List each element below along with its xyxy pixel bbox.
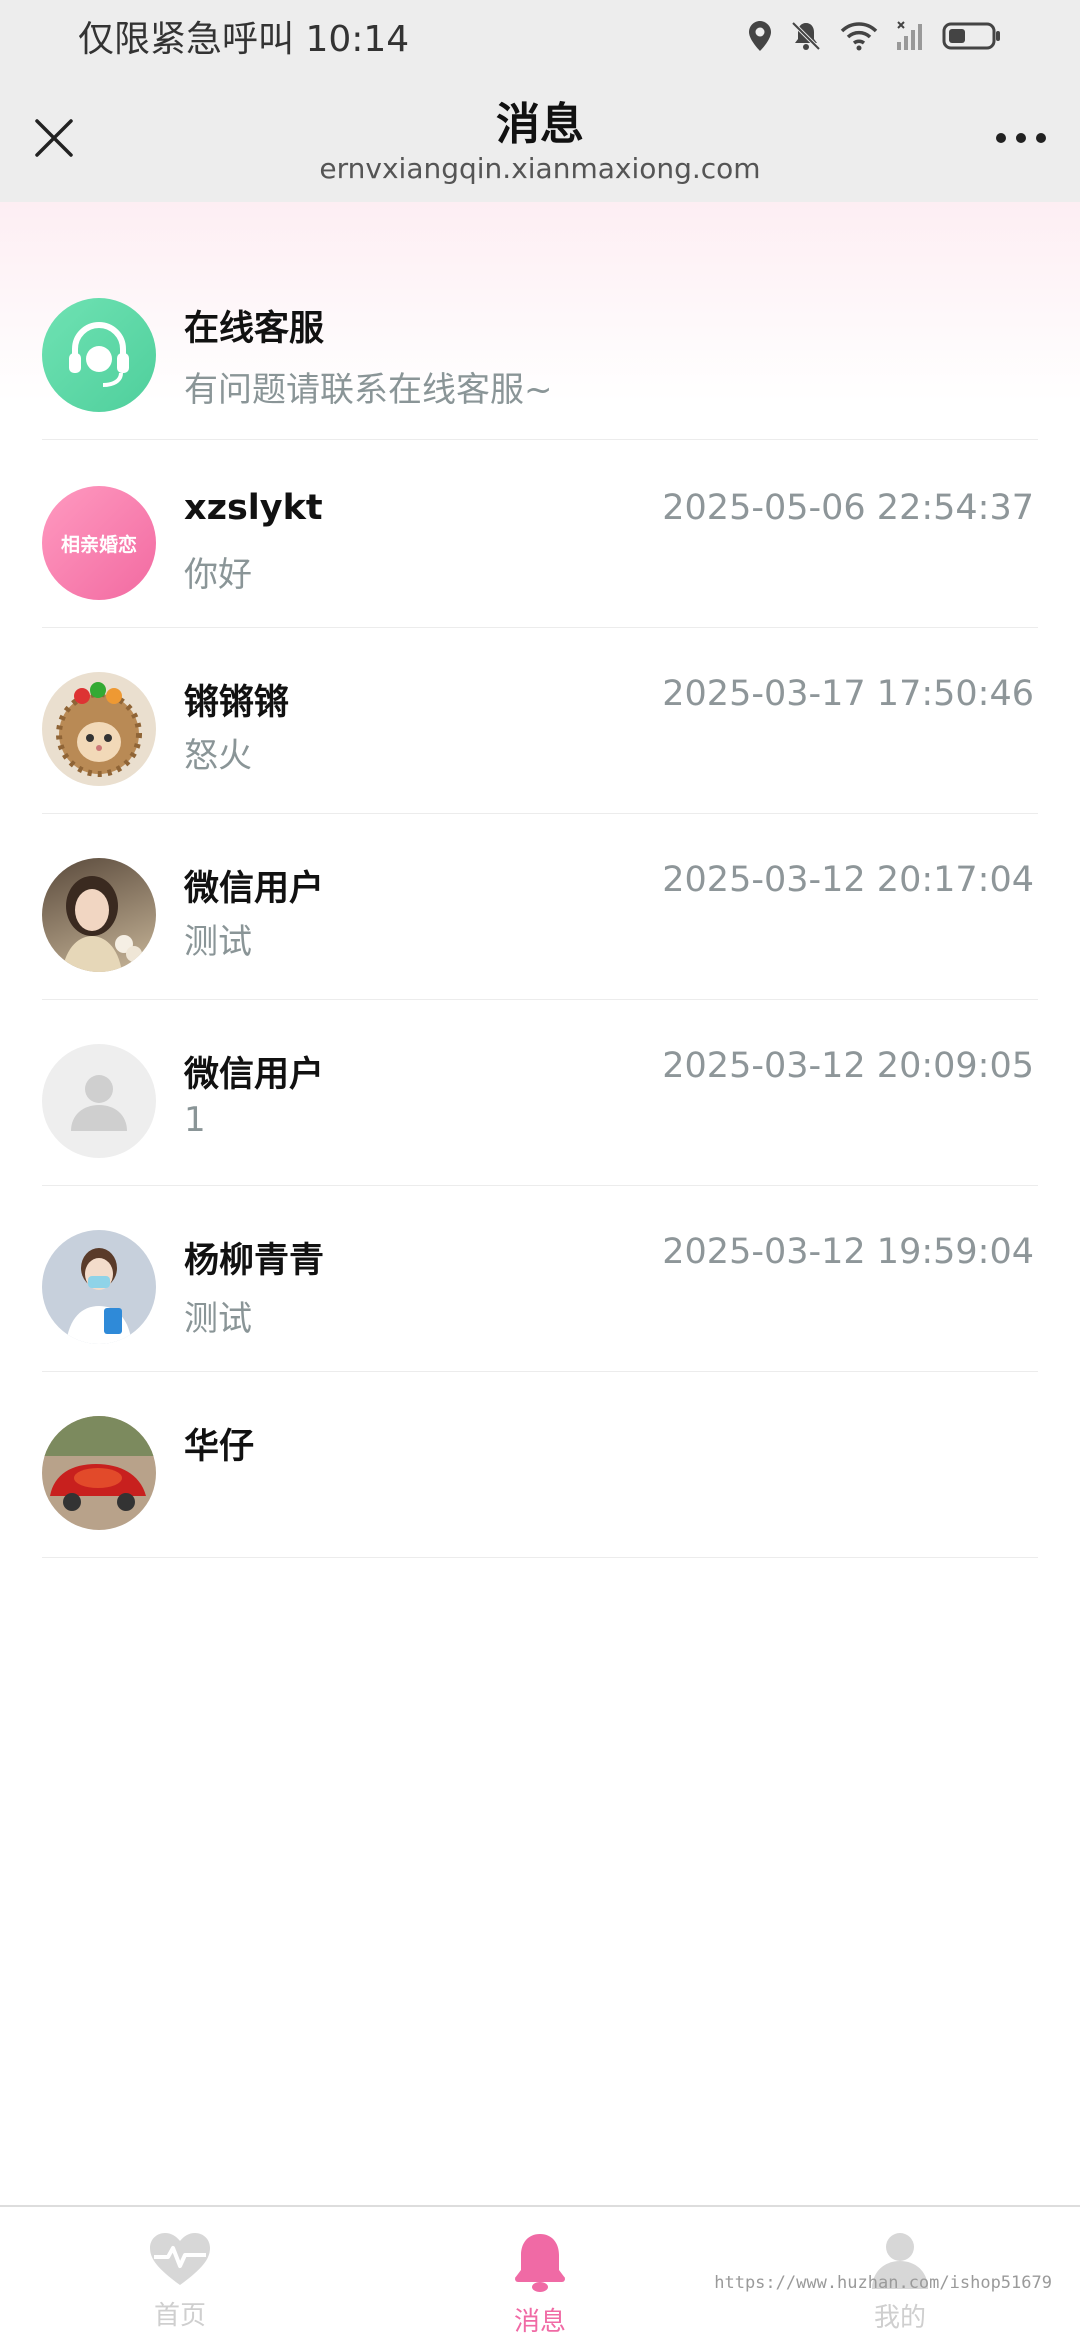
- contact-name: 微信用户: [184, 869, 325, 909]
- page-url: ernvxiangqin.xianmaxiong.com: [319, 152, 761, 185]
- carrier-text: 仅限紧急呼叫: [78, 19, 295, 60]
- contact-name: 微信用户: [184, 1055, 325, 1095]
- status-time: 10:14: [305, 19, 410, 60]
- message-preview: 测试: [184, 922, 252, 962]
- status-bar: 仅限紧急呼叫 10:14: [0, 0, 1080, 72]
- avatar-badge-text: 相亲婚恋: [60, 533, 137, 556]
- nav-label: 我的: [873, 2303, 926, 2333]
- more-button[interactable]: [986, 108, 1056, 168]
- cartoon-avatar: [42, 672, 156, 786]
- message-preview: 有问题请联系在线客服~: [184, 370, 553, 410]
- message-time: 2025-03-12 20:17:04: [662, 860, 1034, 900]
- message-row-customer-service[interactable]: 在线客服 有问题请联系在线客服~: [42, 254, 1038, 440]
- car-avatar: [42, 1416, 156, 1530]
- nav-label: 消息: [513, 2307, 566, 2337]
- photo-avatar: [42, 858, 156, 972]
- status-icons: [748, 20, 1002, 52]
- message-preview: 测试: [184, 1299, 252, 1339]
- message-time: 2025-03-12 19:59:04: [662, 1232, 1034, 1272]
- default-avatar: [42, 1044, 156, 1158]
- message-row[interactable]: 华仔: [42, 1372, 1038, 1558]
- nav-label: 首页: [153, 2301, 206, 2331]
- signal-icon: [896, 20, 924, 52]
- nav-item-home[interactable]: 首页: [0, 2207, 360, 2340]
- contact-name: 华仔: [184, 1427, 255, 1467]
- more-icon: [996, 133, 1046, 143]
- wifi-icon: [840, 21, 878, 51]
- message-time: 2025-03-12 20:09:05: [662, 1046, 1034, 1086]
- page-title: 消息: [496, 99, 584, 150]
- nav-item-messages[interactable]: 消息: [360, 2207, 720, 2340]
- message-time: 2025-05-06 22:54:37: [662, 488, 1034, 528]
- mute-bell-icon: [790, 20, 822, 52]
- status-left: 仅限紧急呼叫 10:14: [78, 10, 409, 62]
- message-row[interactable]: 锵锵锵 怒火 2025-03-17 17:50:46: [42, 628, 1038, 814]
- contact-name: xzslykt: [184, 488, 323, 528]
- message-row[interactable]: 杨柳青青 测试 2025-03-12 19:59:04: [42, 1186, 1038, 1372]
- message-row[interactable]: 微信用户 1 2025-03-12 20:09:05: [42, 1000, 1038, 1186]
- heart-pulse-icon: [150, 2233, 210, 2285]
- contact-name: 杨柳青青: [184, 1241, 325, 1281]
- message-preview: 你好: [184, 555, 252, 595]
- contact-name: 在线客服: [184, 309, 325, 349]
- customer-service-icon: [42, 298, 156, 412]
- message-row[interactable]: 相亲婚恋 xzslykt 你好 2025-05-06 22:54:37: [42, 442, 1038, 628]
- message-row[interactable]: 微信用户 测试 2025-03-12 20:17:04: [42, 814, 1038, 1000]
- message-preview: 怒火: [184, 736, 252, 776]
- location-icon: [748, 20, 772, 52]
- message-list: 在线客服 有问题请联系在线客服~ 相亲婚恋 xzslykt 你好 2025-05…: [0, 202, 1080, 2205]
- battery-icon: [942, 21, 1002, 51]
- message-time: 2025-03-17 17:50:46: [662, 674, 1034, 714]
- title-bar: 消息 ernvxiangqin.xianmaxiong.com: [0, 72, 1080, 202]
- bell-icon: [515, 2234, 565, 2292]
- contact-name: 锵锵锵: [184, 683, 290, 723]
- watermark: https://www.huzhan.com/ishop51679: [714, 2273, 1052, 2293]
- badge-avatar: 相亲婚恋: [42, 486, 156, 600]
- message-preview: 1: [184, 1100, 206, 1140]
- nurse-avatar: [42, 1230, 156, 1344]
